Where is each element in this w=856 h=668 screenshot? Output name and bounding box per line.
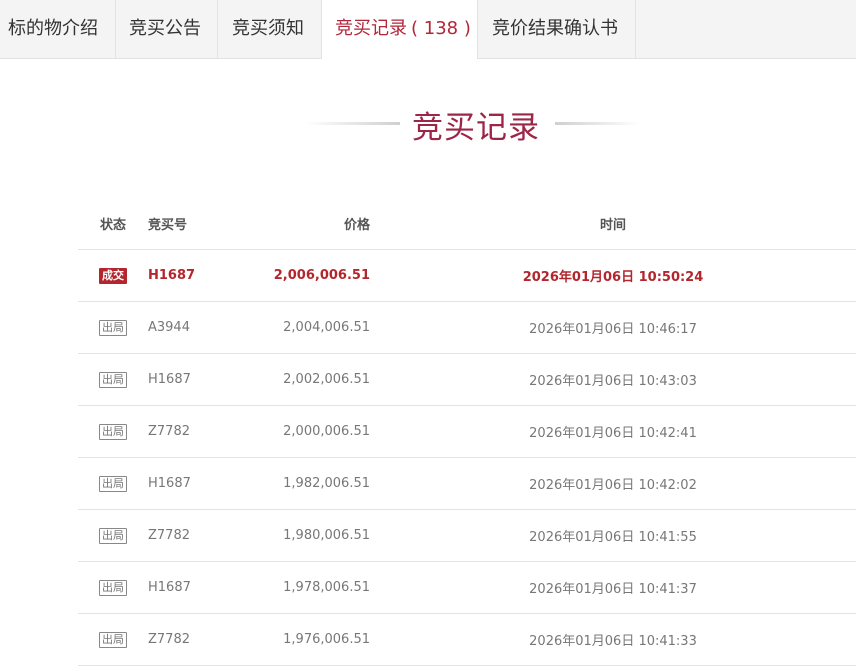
bidder-cell: A3944 xyxy=(148,301,244,354)
tab-label: 竞买记录 xyxy=(335,18,407,39)
status-badge: 出局 xyxy=(99,631,127,648)
tab-label: 竞价结果确认书 xyxy=(492,18,618,39)
bidder-cell: H1687 xyxy=(148,353,244,406)
status-cell: 出局 xyxy=(78,457,148,510)
bidder-cell: Z7782 xyxy=(148,613,244,666)
bidder-cell: H1687 xyxy=(148,457,244,510)
column-header-price: 价格 xyxy=(244,197,370,250)
status-badge: 出局 xyxy=(99,475,127,492)
bidder-cell: Z7782 xyxy=(148,509,244,562)
heading-divider-left xyxy=(305,122,400,125)
table-row: 出局 Z7782 2,000,006.51 2026年01月06日 10:42:… xyxy=(78,405,856,458)
time-cell: 2026年01月06日 10:50:24 xyxy=(370,249,856,302)
status-cell: 出局 xyxy=(78,509,148,562)
table-header-row: 状态 竞买号 价格 时间 xyxy=(78,197,856,250)
bidder-cell: H1687 xyxy=(148,249,244,302)
column-header-status: 状态 xyxy=(78,197,148,250)
status-badge: 出局 xyxy=(99,579,127,596)
tab-label: 竞买公告 xyxy=(129,18,201,39)
price-cell: 1,980,006.51 xyxy=(244,509,370,562)
table-row: 出局 H1687 1,982,006.51 2026年01月06日 10:42:… xyxy=(78,457,856,510)
time-cell: 2026年01月06日 10:41:37 xyxy=(370,561,856,614)
status-cell: 成交 xyxy=(78,249,148,302)
time-cell: 2026年01月06日 10:42:02 xyxy=(370,457,856,510)
time-cell: 2026年01月06日 10:41:55 xyxy=(370,509,856,562)
status-badge: 出局 xyxy=(99,319,127,336)
table-row: 成交 H1687 2,006,006.51 2026年01月06日 10:50:… xyxy=(78,249,856,302)
tab-record-count: ( 138 ) xyxy=(411,18,471,39)
price-cell: 2,006,006.51 xyxy=(244,249,370,302)
status-cell: 出局 xyxy=(78,301,148,354)
price-cell: 2,000,006.51 xyxy=(244,405,370,458)
bid-records-table: 状态 竞买号 价格 时间 成交 H1687 2,006,006.51 2026年… xyxy=(78,197,856,666)
tab-item-intro[interactable]: 标的物介绍 xyxy=(0,0,116,58)
time-cell: 2026年01月06日 10:42:41 xyxy=(370,405,856,458)
price-cell: 1,978,006.51 xyxy=(244,561,370,614)
price-cell: 1,982,006.51 xyxy=(244,457,370,510)
bidder-cell: Z7782 xyxy=(148,405,244,458)
page-title: 竞买记录 xyxy=(412,110,540,146)
tab-bar: 标的物介绍 竞买公告 竞买须知 竞买记录( 138 ) 竞价结果确认书 xyxy=(0,0,856,59)
tab-announcement[interactable]: 竞买公告 xyxy=(116,0,218,58)
table-row: 出局 H1687 1,978,006.51 2026年01月06日 10:41:… xyxy=(78,561,856,614)
column-header-time: 时间 xyxy=(370,197,856,250)
status-cell: 出局 xyxy=(78,613,148,666)
price-cell: 2,004,006.51 xyxy=(244,301,370,354)
time-cell: 2026年01月06日 10:41:33 xyxy=(370,613,856,666)
price-cell: 1,976,006.51 xyxy=(244,613,370,666)
time-cell: 2026年01月06日 10:46:17 xyxy=(370,301,856,354)
status-badge: 成交 xyxy=(99,267,127,284)
status-badge: 出局 xyxy=(99,423,127,440)
table-row: 出局 A3944 2,004,006.51 2026年01月06日 10:46:… xyxy=(78,301,856,354)
bidder-cell: H1687 xyxy=(148,561,244,614)
column-header-bidder: 竞买号 xyxy=(148,197,244,250)
tab-result-confirmation[interactable]: 竞价结果确认书 xyxy=(478,0,636,58)
table-row: 出局 H1687 2,002,006.51 2026年01月06日 10:43:… xyxy=(78,353,856,406)
table-row: 出局 Z7782 1,980,006.51 2026年01月06日 10:41:… xyxy=(78,509,856,562)
section-heading: 竞买记录 xyxy=(0,100,856,150)
tab-label: 标的物介绍 xyxy=(8,18,98,39)
heading-divider-right xyxy=(555,122,640,125)
tab-bid-records[interactable]: 竞买记录( 138 ) xyxy=(322,0,478,59)
tab-bidding-rules[interactable]: 竞买须知 xyxy=(218,0,322,58)
time-cell: 2026年01月06日 10:43:03 xyxy=(370,353,856,406)
table-row: 出局 Z7782 1,976,006.51 2026年01月06日 10:41:… xyxy=(78,613,856,666)
status-badge: 出局 xyxy=(99,527,127,544)
status-badge: 出局 xyxy=(99,371,127,388)
tab-label: 竞买须知 xyxy=(232,18,304,39)
status-cell: 出局 xyxy=(78,353,148,406)
status-cell: 出局 xyxy=(78,405,148,458)
price-cell: 2,002,006.51 xyxy=(244,353,370,406)
status-cell: 出局 xyxy=(78,561,148,614)
